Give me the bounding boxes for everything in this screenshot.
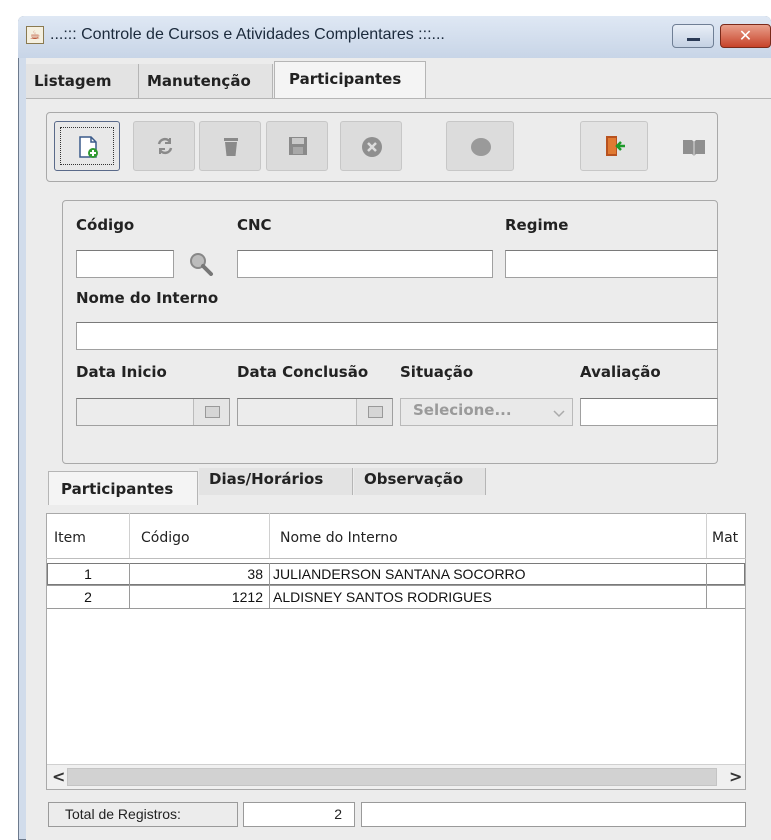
table-row[interactable]: 1 38 JULIANDERSON SANTANA SOCORRO	[47, 564, 745, 586]
new-button[interactable]	[54, 121, 120, 171]
participants-table	[46, 513, 746, 790]
desktop-background	[0, 0, 18, 840]
confirm-button[interactable]	[446, 121, 514, 171]
codigo-label: Código	[76, 216, 135, 234]
chevron-down-icon	[553, 410, 565, 418]
tab-participantes[interactable]: Participantes	[274, 61, 426, 98]
data-inicio-field[interactable]	[76, 398, 230, 426]
scroll-left-button[interactable]: <	[52, 767, 65, 786]
column-header-codigo[interactable]: Código	[141, 530, 190, 546]
new-document-icon	[79, 136, 98, 158]
avaliacao-field[interactable]	[580, 398, 718, 426]
confirm-icon	[471, 138, 491, 156]
codigo-field[interactable]	[76, 250, 174, 278]
cnc-label: CNC	[237, 216, 272, 234]
subtab-dias-horarios[interactable]: Dias/Horários	[199, 468, 353, 495]
calendar-icon[interactable]	[356, 399, 392, 425]
status-message	[361, 802, 746, 827]
column-divider	[269, 513, 270, 559]
column-divider	[129, 513, 130, 559]
subtab-participantes[interactable]: Participantes	[48, 471, 198, 505]
horizontal-scrollbar[interactable]: < >	[47, 764, 745, 789]
cell-nome: ALDISNEY SANTOS RODRIGUES	[273, 589, 492, 605]
column-header-item[interactable]: Item	[54, 530, 86, 546]
column-header-mat[interactable]: Mat	[712, 530, 738, 546]
trash-icon	[224, 138, 238, 156]
total-records-value: 2	[243, 802, 355, 827]
cancel-button[interactable]	[340, 121, 402, 171]
nome-interno-field[interactable]	[76, 322, 718, 350]
column-divider	[706, 513, 707, 559]
regime-label: Regime	[505, 216, 569, 234]
refresh-icon	[157, 137, 173, 155]
cell-nome: JULIANDERSON SANTANA SOCORRO	[273, 566, 526, 582]
minimize-button[interactable]	[672, 24, 714, 48]
tab-panel-border	[26, 98, 771, 99]
cell-item: 2	[84, 589, 92, 605]
refresh-button[interactable]	[133, 121, 195, 171]
cnc-field[interactable]	[237, 250, 493, 278]
tab-manutencao[interactable]: Manutenção	[139, 64, 273, 98]
cell-item: 1	[84, 566, 92, 582]
save-button[interactable]	[266, 121, 328, 171]
data-conclusao-label: Data Conclusão	[237, 363, 369, 381]
data-conclusao-field[interactable]	[237, 398, 393, 426]
delete-button[interactable]	[199, 121, 261, 171]
situacao-select[interactable]: Selecione...	[400, 398, 573, 426]
save-icon	[289, 137, 307, 155]
subtab-observacao[interactable]: Observação	[354, 468, 486, 495]
java-app-icon: ☕	[26, 26, 44, 44]
cell-codigo: 38	[247, 566, 263, 582]
table-row[interactable]: 2 1212 ALDISNEY SANTOS RODRIGUES	[47, 587, 745, 609]
header-divider	[46, 558, 746, 559]
calendar-icon[interactable]	[193, 399, 229, 425]
exit-door-icon	[606, 136, 625, 156]
avaliacao-label: Avaliação	[580, 363, 661, 381]
search-icon[interactable]	[188, 252, 214, 276]
situacao-selected-value: Selecione...	[413, 401, 512, 419]
tab-listagem[interactable]: Listagem	[26, 64, 139, 98]
close-button[interactable]: ✕	[720, 24, 771, 48]
regime-field[interactable]	[505, 250, 718, 278]
data-inicio-label: Data Inicio	[76, 363, 167, 381]
cancel-icon	[362, 137, 382, 157]
scrollbar-thumb[interactable]	[67, 768, 717, 786]
cell-codigo: 1212	[231, 589, 263, 605]
help-button[interactable]	[676, 134, 712, 160]
total-records-label: Total de Registros:	[48, 802, 238, 827]
exit-button[interactable]	[580, 121, 648, 171]
nome-interno-label: Nome do Interno	[76, 289, 219, 307]
situacao-label: Situação	[400, 363, 474, 381]
window-title: ...::: Controle de Cursos e Atividades C…	[50, 26, 445, 43]
column-header-nome[interactable]: Nome do Interno	[280, 530, 398, 546]
book-icon	[683, 140, 705, 156]
scroll-right-button[interactable]: >	[729, 767, 742, 786]
